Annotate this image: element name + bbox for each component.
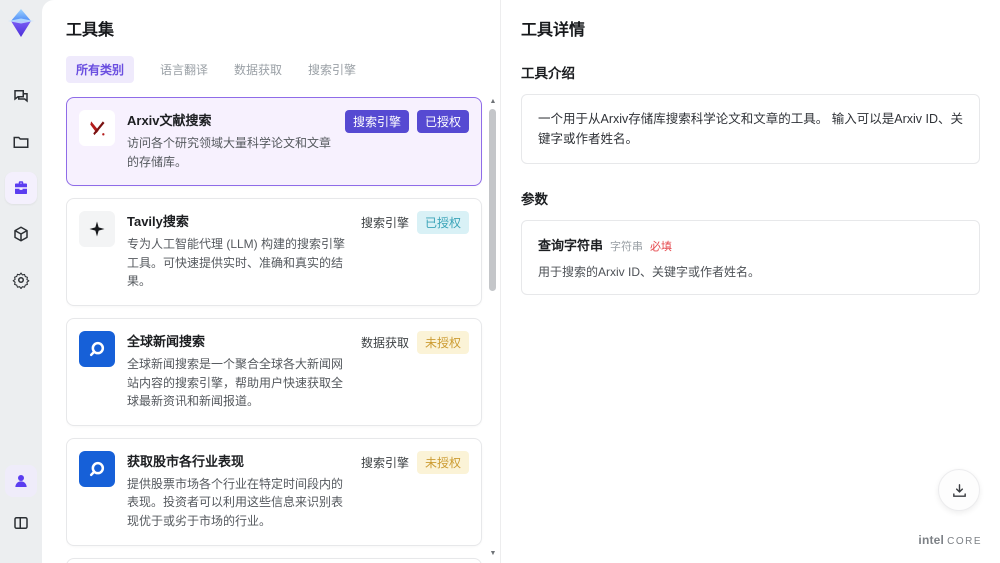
parameter-name: 查询字符串 <box>538 238 604 253</box>
tool-category-label: 搜索引擎 <box>360 216 409 231</box>
scroll-up-arrow[interactable]: ▲ <box>488 97 498 107</box>
search-globe-icon <box>79 330 115 367</box>
tool-list: Arxiv文献搜索 访问各个研究领域大量科学论文和文章的存储库。 搜索引擎 已授… <box>66 97 482 563</box>
tool-card[interactable]: 全球新闻搜索 全球新闻搜索是一个聚合全球各大新闻网站内容的搜索引擎，帮助用户快速… <box>66 317 482 426</box>
app-logo-gem-icon <box>8 9 34 37</box>
download-icon <box>952 483 966 497</box>
chat-icon <box>14 90 28 103</box>
tool-card[interactable]: Tavily搜索 专为人工智能代理 (LLM) 构建的搜索引擎工具。可快速提供实… <box>66 198 482 306</box>
list-scrollbar[interactable]: ▲ ▼ <box>488 97 498 563</box>
tool-detail-panel: 工具详情 工具介绍 一个用于从Arxiv存储库搜索科学论文和文章的工具。 输入可… <box>500 0 1000 563</box>
sidebar-item-tools[interactable] <box>5 172 37 204</box>
gear-icon <box>12 272 30 289</box>
tool-name: 全球新闻搜索 <box>127 333 206 349</box>
sidebar-item-account[interactable] <box>5 465 37 497</box>
category-tab-搜索引擎[interactable]: 搜索引擎 <box>308 56 356 83</box>
tool-description: 专为人工智能代理 (LLM) 构建的搜索引擎工具。可快速提供实时、准确和真实的结… <box>127 237 346 289</box>
main-content: 工具集 所有类别 语言翻译 数据获取 搜索引擎 Arxiv文献搜索 访问各个研究领域大… <box>42 0 1000 563</box>
tool-description: 全球新闻搜索是一个聚合全球各大新闻网站内容的搜索引擎，帮助用户快速获取全球最新资… <box>127 356 344 409</box>
parameter-type: 字符串 <box>610 241 644 253</box>
tool-auth-badge: 未授权 <box>416 450 469 474</box>
tool-name: Tavily搜索 <box>127 214 189 230</box>
tool-card[interactable]: 获取股市各行业表现 提供股票市场各个行业在特定时间段内的表现。投资者可以利用这些… <box>66 437 482 546</box>
left-rail <box>0 0 42 563</box>
parameter-header: 查询字符串 字符串 必填 <box>538 235 963 254</box>
scroll-down-arrow[interactable]: ▼ <box>488 549 498 559</box>
category-tab-数据获取[interactable]: 数据获取 <box>234 56 282 83</box>
tool-description: 提供股票市场各个行业在特定时间段内的表现。投资者可以利用这些信息来识别表现优于或… <box>127 476 344 528</box>
scrollbar-thumb[interactable] <box>489 109 496 291</box>
category-tab-语言翻译[interactable]: 语言翻译 <box>160 56 208 83</box>
tool-category-label: 搜索引擎 <box>344 110 409 133</box>
intel-core-logo: intel CORE <box>918 533 982 547</box>
tool-category-label: 搜索引擎 <box>360 455 409 470</box>
category-tabs: 所有类别 语言翻译 数据获取 搜索引擎 <box>66 56 500 83</box>
tool-auth-badge: 已授权 <box>416 110 469 133</box>
download-button[interactable] <box>938 469 980 511</box>
tool-auth-badge: 已授权 <box>416 211 469 235</box>
tool-list-wrap: Arxiv文献搜索 访问各个研究领域大量科学论文和文章的存储库。 搜索引擎 已授… <box>66 97 500 563</box>
tool-category-label: 数据获取 <box>360 335 409 350</box>
page-title: 工具集 <box>66 22 115 39</box>
cube-icon <box>14 226 28 242</box>
intro-section-title: 工具介绍 <box>521 66 575 81</box>
parameter-description: 用于搜索的Arxiv ID、关键字或作者姓名。 <box>538 265 761 279</box>
parameter-box: 查询字符串 字符串 必填 用于搜索的Arxiv ID、关键字或作者姓名。 <box>521 220 980 295</box>
tool-auth-badge: 未授权 <box>416 330 469 354</box>
core-wordmark: CORE <box>947 536 982 547</box>
folder-icon <box>13 136 29 148</box>
panel-toggle-icon <box>14 517 28 529</box>
tool-card[interactable]: Arxiv文献搜索 访问各个研究领域大量科学论文和文章的存储库。 搜索引擎 已授… <box>66 97 482 187</box>
tool-list-panel: 工具集 所有类别 语言翻译 数据获取 搜索引擎 Arxiv文献搜索 访问各个研究领域大… <box>42 0 500 563</box>
app-window: 工具集 所有类别 语言翻译 数据获取 搜索引擎 Arxiv文献搜索 访问各个研究领域大… <box>0 0 1000 563</box>
tool-intro-box: 一个用于从Arxiv存储库搜索科学论文和文章的工具。 输入可以是Arxiv ID… <box>521 94 980 164</box>
sidebar-item-files[interactable] <box>5 126 37 158</box>
sidebar-item-models[interactable] <box>5 218 37 250</box>
search-globe-icon <box>79 450 115 487</box>
user-icon <box>15 475 27 487</box>
arxiv-icon <box>79 110 115 146</box>
tool-description: 访问各个研究领域大量科学论文和文章的存储库。 <box>127 136 332 169</box>
tool-card[interactable]: 获取市场最活跃股票信息 提供当天交易量最高的股票列表，投资者可以利用这些信息来识… <box>66 557 482 563</box>
params-section-title: 参数 <box>521 192 548 207</box>
sidebar-item-chat[interactable] <box>5 80 37 112</box>
sidebar-item-collapse[interactable] <box>5 507 37 539</box>
detail-title: 工具详情 <box>521 22 586 39</box>
intel-wordmark: intel <box>918 533 945 547</box>
sparkle-icon <box>79 211 115 248</box>
sidebar-item-settings[interactable] <box>5 264 37 296</box>
tool-name: Arxiv文献搜索 <box>127 113 212 128</box>
parameter-required-badge: 必填 <box>650 241 673 253</box>
category-tab-所有类别[interactable]: 所有类别 <box>66 56 135 83</box>
toolbox-icon <box>15 181 27 194</box>
tool-name: 获取股市各行业表现 <box>127 453 245 469</box>
